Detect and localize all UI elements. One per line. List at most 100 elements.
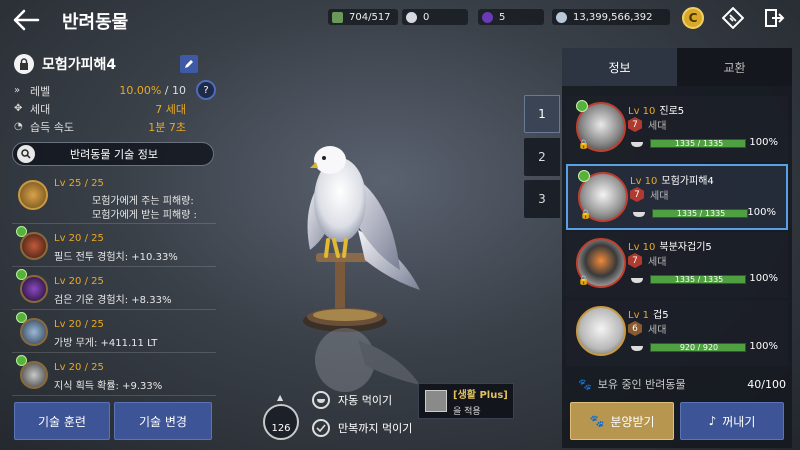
speed-row: ◔ 습득 속도 1분 7초 — [14, 118, 214, 135]
satiety-bar: 1335 / 1335 — [652, 209, 748, 218]
withdraw-button[interactable]: ♪ 꺼내기 — [680, 402, 784, 440]
generation-label: 세대 — [648, 257, 667, 268]
skill-row[interactable]: Lv 20 / 25 지식 획득 확률: +9.33% — [12, 353, 216, 396]
resource-silver: 13,399,566,392 — [552, 9, 670, 25]
help-button[interactable]: ? — [196, 80, 216, 100]
paw-icon: 🐾 — [589, 414, 605, 428]
pet-card[interactable]: 🔒 Lv 10 진로5 7 세대 1335 / 1335 100% — [566, 96, 788, 162]
menu-button[interactable] — [721, 6, 745, 30]
diamond-menu-icon — [721, 6, 745, 30]
page-tab-2[interactable]: 2 — [524, 138, 560, 176]
level-max: / 10 — [164, 84, 186, 97]
crest-skill-icon — [18, 180, 48, 210]
skill-desc: 모험가에게 받는 피해량 : — [92, 210, 197, 221]
generation-value: 7 세대 — [155, 102, 186, 116]
level-up-icon: » — [14, 85, 21, 96]
lock-icon[interactable] — [14, 54, 34, 74]
coin-shop-button[interactable]: C — [682, 7, 704, 29]
purple-orb-icon — [482, 11, 493, 23]
resource-orb-value: 5 — [499, 11, 506, 23]
satiety-percent: 100% — [747, 207, 776, 218]
skill-row[interactable]: Lv 20 / 25 검은 기운 경험치: +8.33% — [12, 267, 216, 310]
pet-name: 북분자겁기5 — [659, 242, 712, 253]
auto-feed-label: 자동 먹이기 — [338, 394, 393, 407]
page-tab-1[interactable]: 1 — [524, 95, 560, 133]
back-arrow-icon — [13, 9, 40, 31]
skill-row[interactable]: Lv 25 / 25 모험가에게 주는 피해량: 모험가에게 받는 피해량 : — [12, 172, 216, 224]
skill-info-button[interactable]: 반려동물 기술 정보 — [12, 142, 214, 166]
full-feed-label: 만복까지 먹이기 — [338, 422, 413, 435]
dark-energy-skill-icon — [20, 275, 48, 303]
generation-label: 세대 — [30, 102, 51, 116]
pet-name: 겁5 — [653, 310, 669, 321]
chevron-up-icon[interactable]: ▲ — [277, 393, 283, 402]
resource-pearl-value: 0 — [423, 11, 430, 23]
withdraw-label: 꺼내기 — [722, 414, 756, 429]
bag-icon — [332, 11, 343, 23]
resource-orb: 5 — [478, 9, 544, 25]
feed-item-slot[interactable]: 126 — [263, 404, 299, 440]
upgrade-badge-icon — [578, 170, 590, 182]
adopt-button[interactable]: 🐾 분양받기 — [570, 402, 674, 440]
rename-button[interactable] — [180, 55, 198, 73]
life-plus-icon — [425, 390, 447, 412]
skill-level: Lv 20 / 25 — [54, 276, 104, 287]
pet-level: Lv 10 — [628, 106, 656, 117]
pet-level-name: Lv 10 모험가피해4 — [630, 172, 714, 187]
lock-icon: 🔒 — [580, 210, 592, 220]
owned-pets-count: 40/100 — [747, 377, 786, 391]
skill-level: Lv 20 / 25 — [54, 233, 104, 244]
exit-button[interactable] — [763, 7, 785, 29]
pet-model-stage[interactable] — [250, 140, 510, 410]
resource-silver-value: 13,399,566,392 — [573, 11, 653, 23]
pet-level: Lv 1 — [628, 310, 650, 321]
back-button[interactable] — [12, 8, 40, 32]
pet-generation: 6 세대 — [628, 321, 666, 336]
owned-pets-row: 🐾 보유 중인 반려동물 40/100 — [578, 376, 786, 392]
skill-train-button[interactable]: 기술 훈련 — [14, 402, 110, 440]
resource-weight-value: 704/517 — [349, 11, 391, 23]
skill-level: Lv 25 / 25 — [54, 178, 104, 189]
owned-pets-label: 보유 중인 반려동물 — [597, 378, 686, 391]
pet-generation: 7 세대 — [628, 117, 666, 132]
lock-icon: 🔒 — [578, 140, 590, 150]
paw-icon: 🐾 — [578, 377, 592, 391]
book-skill-icon — [20, 361, 48, 389]
pet-level: Lv 10 — [630, 176, 658, 187]
checkmark-icon — [312, 419, 330, 437]
satiety-bar: 1335 / 1335 — [650, 275, 746, 284]
skill-row[interactable]: Lv 20 / 25 가방 무게: +411.11 LT — [12, 310, 216, 353]
pet-name: 모험가피해4 — [661, 176, 714, 187]
level-values: 10.00% / 10 — [119, 84, 186, 97]
paw-icon: ✥ — [14, 103, 23, 114]
pet-card[interactable]: 🔒 Lv 10 북분자겁기5 7 세대 1335 / 1335 100% — [566, 232, 788, 298]
satiety-percent: 100% — [749, 273, 778, 284]
satiety-value: 1335 / 1335 — [674, 139, 724, 148]
skill-row[interactable]: Lv 20 / 25 필드 전투 경험치: +10.33% — [12, 224, 216, 267]
speed-value: 1분 7초 — [148, 120, 186, 134]
tab-trade[interactable]: 교환 — [677, 48, 792, 86]
skill-change-button[interactable]: 기술 변경 — [114, 402, 212, 440]
life-plus-notice[interactable]: [생활 Plus] 을 적용 — [418, 383, 514, 419]
auto-feed-toggle[interactable]: 자동 먹이기 — [312, 391, 392, 409]
food-bowl-icon — [633, 212, 645, 217]
upgrade-badge-icon — [576, 100, 588, 112]
silver-icon — [556, 11, 567, 23]
page-tab-3[interactable]: 3 — [524, 180, 560, 218]
tab-info[interactable]: 정보 — [562, 48, 677, 86]
satiety-percent: 100% — [749, 137, 778, 148]
food-bowl-icon — [631, 142, 643, 147]
bag-skill-icon — [20, 318, 48, 346]
generation-row: ✥ 세대 7 세대 — [14, 100, 214, 117]
skill-desc: 검은 기운 경험치: +8.33% — [54, 295, 172, 306]
clock-icon: ◔ — [14, 121, 23, 132]
pearl-icon — [406, 11, 417, 23]
full-feed-toggle[interactable]: 만복까지 먹이기 — [312, 419, 412, 437]
pet-generation: 7 세대 — [628, 253, 666, 268]
pet-name-row: 모험가피해4 — [14, 54, 116, 74]
pet-card-selected[interactable]: 🔒 Lv 10 모험가피해4 7 세대 1335 / 1335 100% — [566, 164, 788, 230]
satiety-value: 1335 / 1335 — [674, 275, 724, 284]
skill-level: Lv 20 / 25 — [54, 319, 104, 330]
generation-label: 세대 — [650, 191, 669, 202]
pet-card[interactable]: Lv 1 겁5 6 세대 920 / 920 100% — [566, 300, 788, 366]
